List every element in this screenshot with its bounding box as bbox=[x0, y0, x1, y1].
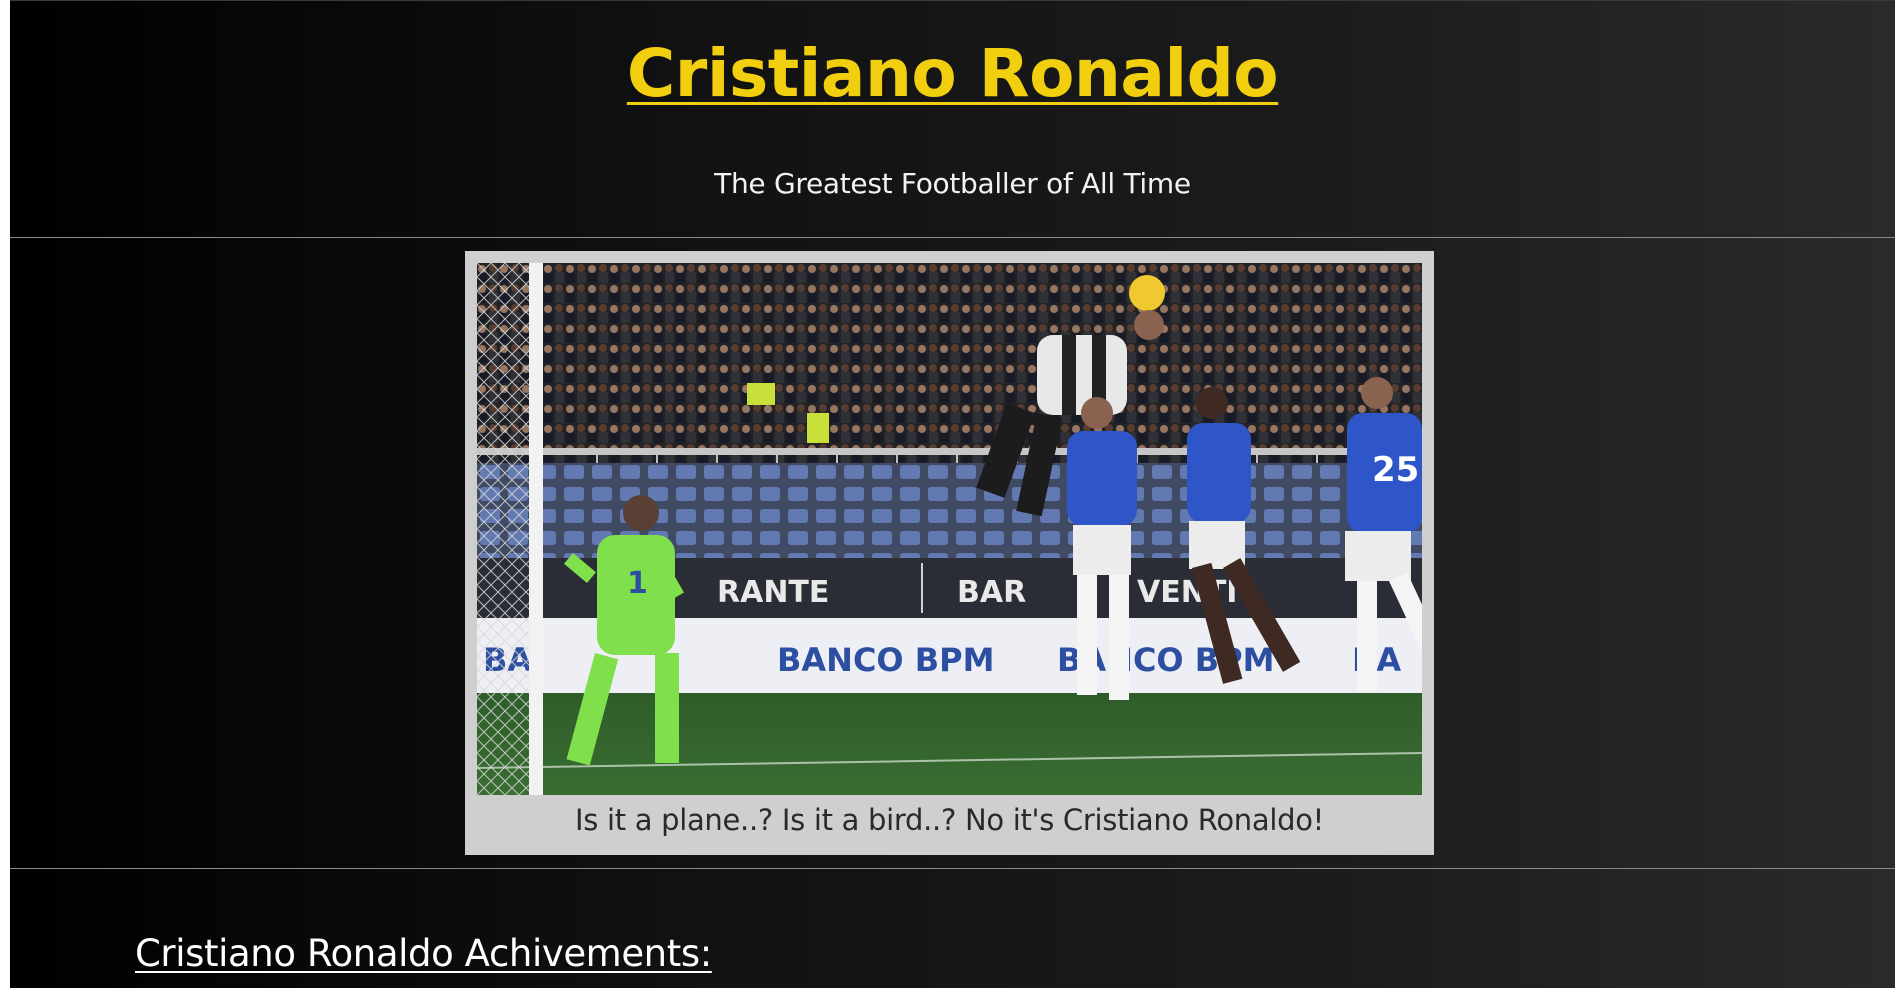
figure-caption: Is it a plane..? Is it a bird..? No it's… bbox=[574, 803, 1324, 837]
page-tagline: The Greatest Footballer of All Time bbox=[714, 167, 1191, 200]
ad-text-upper-1: RANTE bbox=[717, 575, 829, 610]
hero-figure: RANTE BAR VENTI BA BANCO BPM BANCO BPM B… bbox=[465, 251, 1434, 855]
page-header: Cristiano Ronaldo The Greatest Footballe… bbox=[10, 0, 1895, 237]
hero-photo: RANTE BAR VENTI BA BANCO BPM BANCO BPM B… bbox=[477, 263, 1422, 795]
ad-text-banco-1: BANCO BPM bbox=[777, 641, 994, 679]
stadium-header-image: RANTE BAR VENTI BA BANCO BPM BANCO BPM B… bbox=[477, 263, 1422, 795]
divider-top bbox=[10, 237, 1895, 238]
ad-text-upper-2: BAR bbox=[957, 575, 1026, 610]
page-viewport: Cristiano Ronaldo The Greatest Footballe… bbox=[10, 0, 1895, 988]
keeper-number: 1 bbox=[627, 566, 648, 601]
achievements-heading: Cristiano Ronaldo Achivements: bbox=[135, 932, 712, 975]
defender-number: 25 bbox=[1372, 450, 1419, 490]
divider-bottom bbox=[10, 868, 1895, 869]
page-title: Cristiano Ronaldo bbox=[626, 35, 1279, 112]
